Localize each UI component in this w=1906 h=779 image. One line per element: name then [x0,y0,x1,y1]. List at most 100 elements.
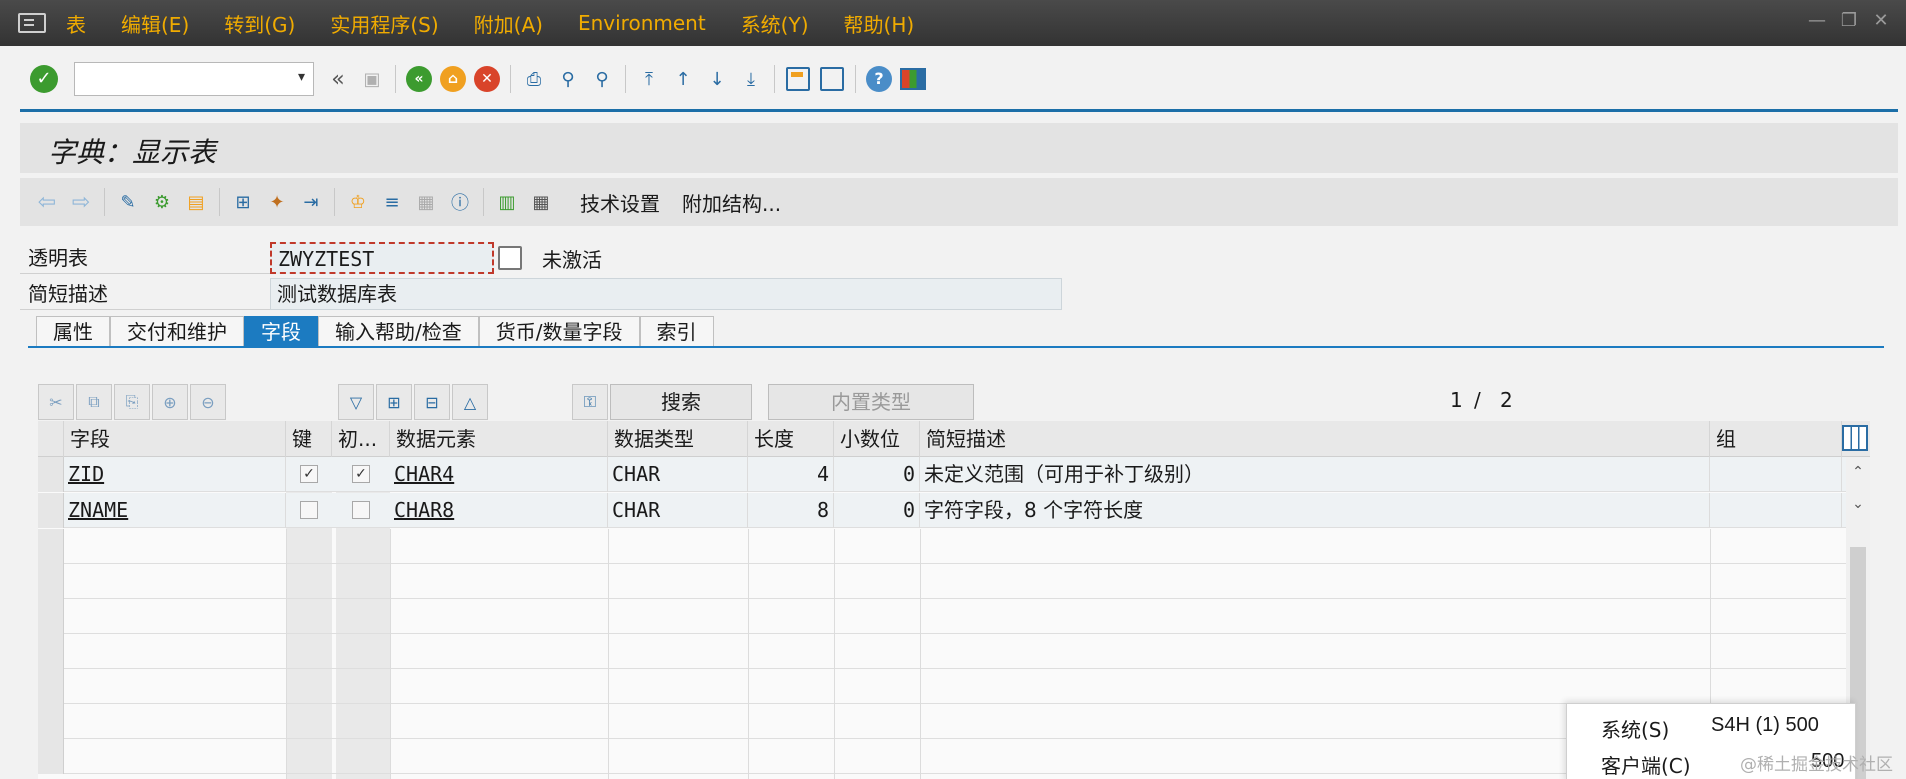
paste-icon[interactable]: ⎘ [114,384,150,420]
where-used-icon[interactable]: ⊞ [229,188,257,216]
decimals-cell[interactable]: 0 [834,493,920,528]
empty-row[interactable] [38,599,1870,634]
col-initial[interactable]: 初... [332,421,390,457]
data-element-link[interactable]: CHAR8 [390,493,608,528]
menu-system[interactable]: 系统(Y) [741,9,809,38]
info-icon[interactable]: ⓘ [446,188,474,216]
graph-icon[interactable]: ▥ [493,188,521,216]
data-element-link[interactable]: CHAR4 [390,457,608,492]
length-cell[interactable]: 4 [748,457,834,492]
table-row[interactable]: ZNAME CHAR8 CHAR 8 0 字符字段，8 个字符长度 [38,493,1870,528]
last-page-icon[interactable]: ⤓ [737,65,765,93]
table-name-field[interactable]: ZWYZTEST [270,242,494,274]
copy-icon[interactable] [498,246,522,270]
tab-fields[interactable]: 字段 [244,316,318,348]
filter-icon[interactable]: ▽ [338,384,374,420]
chevron-down-icon[interactable]: ▾ [298,69,305,85]
exit-icon[interactable]: ⌂ [439,65,467,93]
tab-attributes[interactable]: 属性 [36,316,110,348]
minimize-button[interactable]: — [1806,10,1828,32]
tab-delivery-maintenance[interactable]: 交付和维护 [110,316,244,348]
empty-row[interactable] [38,529,1870,564]
restore-button[interactable]: ❐ [1838,10,1860,32]
col-data-type[interactable]: 数据类型 [608,421,748,457]
empty-row[interactable] [38,634,1870,669]
help-icon[interactable]: ? [865,65,893,93]
hierarchy-icon[interactable]: ♔ [344,188,372,216]
table-row[interactable]: ZID ✓ ✓ CHAR4 CHAR 4 0 未定义范围（可用于补丁级别） [38,457,1870,492]
data-type-cell[interactable]: CHAR [608,457,748,492]
search-button[interactable]: 搜索 [610,384,752,420]
menu-edit[interactable]: 编辑(E) [121,9,189,38]
col-decimals[interactable]: 小数位 [834,421,920,457]
copy-row-icon[interactable]: ⧉ [76,384,112,420]
key-checkbox[interactable]: ✓ [300,465,318,483]
group-cell[interactable] [1710,457,1842,492]
col-group[interactable]: 组 [1710,421,1842,457]
table-view-icon[interactable]: ▦ [412,188,440,216]
tab-indexes[interactable]: 索引 [639,316,714,348]
col-description[interactable]: 简短描述 [920,421,1710,457]
append-structure-button[interactable]: 附加结构... [682,188,781,217]
group-cell[interactable] [1710,493,1842,528]
menu-goto[interactable]: 转到(G) [224,9,295,38]
print-icon[interactable]: ⎙ [520,65,548,93]
wand-icon[interactable]: ✦ [263,188,291,216]
client-label[interactable]: 客户端(C) [1601,750,1691,779]
previous-page-icon[interactable]: ↑ [669,65,697,93]
next-page-icon[interactable]: ↓ [703,65,731,93]
initial-checkbox[interactable] [352,501,370,519]
menu-utilities[interactable]: 实用程序(S) [330,9,438,38]
list-icon[interactable]: ≡ [378,188,406,216]
col-length[interactable]: 长度 [748,421,834,457]
collapse-icon[interactable]: △ [452,384,488,420]
activate-icon[interactable]: ▤ [182,188,210,216]
navigate-icon[interactable]: ⇥ [297,188,325,216]
menu-extras[interactable]: 附加(A) [474,9,543,38]
menu-icon[interactable] [18,13,46,33]
check-icon[interactable]: ⚙ [148,188,176,216]
row-selector[interactable] [38,493,64,528]
row-selector[interactable] [38,457,64,492]
decimals-cell[interactable]: 0 [834,457,920,492]
col-key[interactable]: 键 [286,421,332,457]
cancel-icon[interactable]: ✕ [473,65,501,93]
tech-settings-button[interactable]: 技术设置 [580,188,660,217]
customize-layout-icon[interactable] [899,65,927,93]
first-page-icon[interactable]: ⤒ [635,65,663,93]
row-selector[interactable] [38,669,64,704]
menu-help[interactable]: 帮助(H) [844,9,915,38]
forward-arrow-icon[interactable]: ⇨ [67,188,95,216]
expand-include-icon[interactable]: ⊟ [414,384,450,420]
find-icon[interactable]: ⚲ [554,65,582,93]
row-selector[interactable] [38,599,64,634]
back-arrow-icon[interactable]: ⇦ [33,188,61,216]
menu-table[interactable]: 表 [66,9,86,38]
data-type-cell[interactable]: CHAR [608,493,748,528]
row-selector[interactable] [38,564,64,599]
builtin-type-button[interactable]: 内置类型 [768,384,974,420]
tab-input-help[interactable]: 输入帮助/检查 [318,316,479,348]
field-name-link[interactable]: ZID [64,457,286,492]
scroll-down-icon[interactable]: ⌄ [1846,489,1870,519]
select-all-header[interactable] [38,421,64,457]
command-field[interactable]: ▾ [74,62,314,96]
new-session-icon[interactable] [784,65,812,93]
row-selector[interactable] [38,634,64,669]
key-checkbox[interactable] [300,501,318,519]
enter-check-icon[interactable]: ✓ [30,65,58,93]
description-field[interactable]: 测试数据库表 [270,278,1062,310]
display-change-icon[interactable]: ✎ [114,188,142,216]
table-settings-icon[interactable] [1842,425,1868,451]
insert-include-icon[interactable]: ⊞ [376,384,412,420]
row-selector[interactable] [38,704,64,739]
row-selector[interactable] [38,529,64,564]
tab-currency-quantity[interactable]: 货币/数量字段 [478,316,640,348]
key-icon[interactable]: ⚿ [572,384,608,420]
system-label[interactable]: 系统(S) [1601,714,1669,743]
shortcut-icon[interactable] [818,65,846,93]
insert-row-icon[interactable]: ⊕ [152,384,188,420]
menu-environment[interactable]: Environment [578,11,706,35]
cut-icon[interactable]: ✂ [38,384,74,420]
find-next-icon[interactable]: ⚲ [588,65,616,93]
